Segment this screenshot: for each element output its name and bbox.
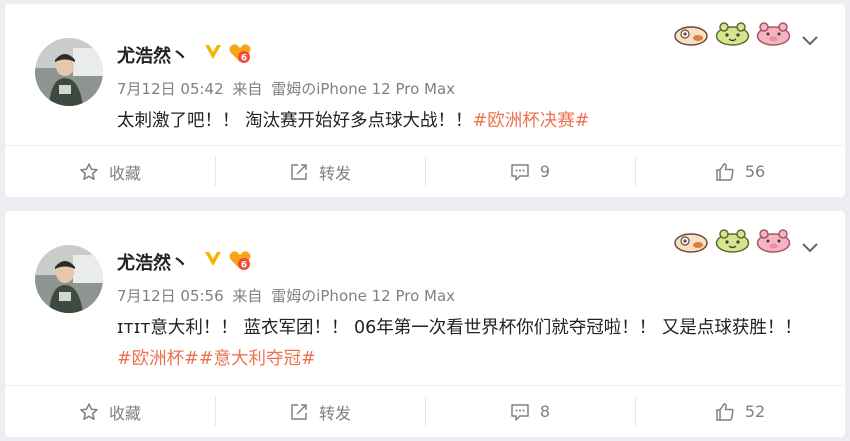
favorite-button[interactable]: 收藏: [5, 386, 215, 437]
action-bar: 收藏 转发 9 56: [5, 145, 845, 197]
svg-text:6: 6: [241, 54, 247, 64]
avatar[interactable]: [35, 38, 103, 106]
star-icon: [80, 162, 98, 180]
hashtag-link[interactable]: #欧洲杯决赛#: [473, 111, 590, 131]
v-badge-icon: [205, 45, 221, 59]
post-source: 雷姆のiPhone 12 Pro Max: [271, 287, 456, 305]
favorite-button[interactable]: 收藏: [5, 146, 215, 197]
level-badge-icon: 6: [229, 44, 251, 64]
decoration-stickers: [674, 22, 791, 46]
like-count: 56: [744, 162, 766, 181]
frog-sticker-icon: [715, 229, 750, 253]
chevron-down-icon[interactable]: [801, 35, 819, 47]
v-badge-icon: [205, 252, 221, 266]
like-button[interactable]: 56: [635, 146, 845, 197]
repost-icon: [291, 403, 307, 420]
post-meta: 7月12日 05:56 来自 雷姆のiPhone 12 Pro Max: [117, 285, 459, 306]
hashtag-link[interactable]: #欧洲杯#: [117, 349, 199, 369]
repost-label: 转发: [318, 163, 351, 183]
post-body: 太刺激了吧！！ 淘汰赛开始好多点球大战！！: [117, 111, 473, 131]
dumpling-sticker-icon: [674, 26, 708, 46]
post-text: ɪᴛɪᴛ意大利！！ 蓝衣军团！！ 06年第一次看世界杯你们就夺冠啦！！ 又是点球…: [117, 313, 807, 375]
action-bar: 收藏 转发 8 52: [5, 385, 845, 437]
source-prefix: 来自: [232, 80, 263, 98]
avatar[interactable]: [35, 245, 103, 313]
repost-label: 转发: [318, 403, 351, 423]
post-body: ɪᴛɪᴛ意大利！！ 蓝衣军团！！ 06年第一次看世界杯你们就夺冠啦！！ 又是点球…: [117, 318, 802, 338]
source-prefix: 来自: [232, 287, 263, 305]
favorite-label: 收藏: [108, 403, 141, 423]
chevron-down-icon[interactable]: [801, 242, 819, 254]
decoration-stickers: [674, 229, 791, 253]
level-badge-icon: 6: [229, 251, 251, 271]
pig-sticker-icon: [756, 229, 791, 253]
weibo-post-card: 尤浩然丶 6 7月12日 05:56 来自 雷姆のiPhone 12 Pro M…: [5, 211, 845, 437]
post-meta: 7月12日 05:42 来自 雷姆のiPhone 12 Pro Max: [117, 78, 459, 99]
repost-icon: [291, 163, 307, 180]
thumbs-up-icon: [716, 162, 734, 181]
thumbs-up-icon: [716, 402, 734, 421]
frog-sticker-icon: [715, 22, 750, 46]
hashtag-link[interactable]: #意大利夺冠#: [199, 349, 316, 369]
comment-button[interactable]: 9: [425, 146, 635, 197]
comment-icon: [511, 403, 529, 421]
post-timestamp[interactable]: 7月12日 05:42: [117, 80, 224, 98]
like-count: 52: [744, 402, 766, 421]
star-icon: [80, 402, 98, 420]
pig-sticker-icon: [756, 22, 791, 46]
comment-button[interactable]: 8: [425, 386, 635, 437]
weibo-post-card: 尤浩然丶 6 7月12日 05:42 来自 雷姆のiPhone 12 Pro M…: [5, 4, 845, 197]
favorite-label: 收藏: [108, 163, 141, 183]
post-source: 雷姆のiPhone 12 Pro Max: [271, 80, 456, 98]
repost-button[interactable]: 转发: [215, 386, 425, 437]
post-timestamp[interactable]: 7月12日 05:56: [117, 287, 224, 305]
comment-icon: [511, 163, 529, 181]
post-text: 太刺激了吧！！ 淘汰赛开始好多点球大战！！#欧洲杯决赛#: [117, 106, 817, 137]
comment-count: 8: [539, 402, 551, 421]
svg-text:6: 6: [241, 261, 247, 271]
dumpling-sticker-icon: [674, 233, 708, 253]
username[interactable]: 尤浩然丶: [117, 42, 189, 68]
username[interactable]: 尤浩然丶: [117, 249, 189, 275]
repost-button[interactable]: 转发: [215, 146, 425, 197]
like-button[interactable]: 52: [635, 386, 845, 437]
comment-count: 9: [539, 162, 551, 181]
